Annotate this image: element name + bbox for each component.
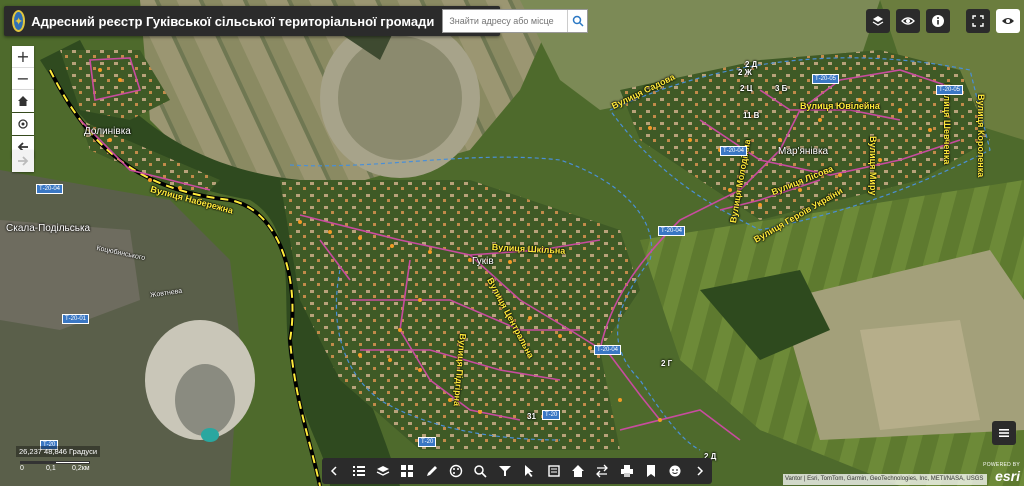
road-badge: Т-20-04 bbox=[36, 184, 64, 194]
draw-pencil-icon bbox=[426, 466, 437, 476]
house-number: 31 bbox=[527, 412, 536, 421]
scale-bar-graphic bbox=[20, 461, 90, 464]
zoom-out-button[interactable]: − bbox=[12, 68, 34, 90]
bookmark-button[interactable] bbox=[641, 461, 661, 481]
eye-settings-icon bbox=[901, 17, 915, 25]
road-badge: Т-20-05 bbox=[812, 74, 840, 84]
bookmark-icon bbox=[647, 465, 656, 477]
esri-logo: POWERED BY esri bbox=[983, 462, 1020, 486]
swap-button[interactable] bbox=[592, 461, 612, 481]
fullscreen-button[interactable] bbox=[966, 9, 990, 33]
profile-button[interactable] bbox=[665, 461, 685, 481]
fullscreen-icon bbox=[972, 15, 984, 27]
home-view-button[interactable] bbox=[568, 461, 588, 481]
select-cursor-icon bbox=[525, 465, 534, 477]
home-icon bbox=[18, 96, 28, 106]
search-button[interactable] bbox=[567, 10, 587, 32]
app-header: ✦ Адресний реєстр Гуківської сільської т… bbox=[4, 6, 589, 36]
scale-bar: 0 0,1 0,2км bbox=[20, 461, 90, 473]
road-badge: Т-20 bbox=[542, 410, 561, 420]
collapse-right-button[interactable] bbox=[690, 461, 710, 481]
forward-extent-button[interactable] bbox=[12, 150, 34, 172]
layers-stack-button[interactable] bbox=[866, 9, 890, 33]
house-number: 2 Ж bbox=[738, 68, 752, 77]
place-label-skala-podilska: Скала-Подільська bbox=[6, 223, 91, 234]
street-label-myru: Вулиця Миру bbox=[868, 136, 878, 196]
list-icon bbox=[352, 466, 365, 476]
list-button[interactable] bbox=[349, 461, 369, 481]
info-icon bbox=[932, 15, 944, 27]
select-button[interactable] bbox=[519, 461, 539, 481]
layers-stack-icon bbox=[872, 16, 884, 26]
zoom-control: + − bbox=[12, 46, 34, 90]
legend-button[interactable] bbox=[992, 421, 1016, 445]
street-label-shevchenka: Вулиця Шевченка bbox=[942, 84, 952, 165]
bottom-toolbar bbox=[322, 458, 712, 484]
collapse-right-icon bbox=[697, 466, 703, 476]
road-badge: Т-20-01 bbox=[62, 314, 90, 324]
layers-icon bbox=[376, 466, 390, 476]
house-number: 11 В bbox=[743, 111, 760, 120]
visibility-button[interactable] bbox=[996, 9, 1020, 33]
search-layer-icon bbox=[474, 465, 488, 478]
face-icon bbox=[669, 465, 681, 477]
scale-label-mid: 0,1 bbox=[46, 465, 56, 472]
locate-icon bbox=[18, 119, 28, 129]
scale-label-end: 0,2км bbox=[72, 465, 90, 472]
collapse-left-button[interactable] bbox=[324, 461, 344, 481]
eye-settings-button[interactable] bbox=[896, 9, 920, 33]
scale-label-start: 0 bbox=[20, 465, 24, 472]
legend-list-icon bbox=[999, 429, 1009, 437]
search-layer-button[interactable] bbox=[470, 461, 490, 481]
home-button[interactable] bbox=[12, 90, 34, 112]
street-label-yuvileina: Вулиця Ювілейна bbox=[800, 101, 880, 111]
esri-name: esri bbox=[995, 468, 1020, 484]
house-number: 3 Б bbox=[775, 84, 788, 93]
house-number: 2 Ц bbox=[740, 84, 753, 93]
swap-icon bbox=[596, 464, 609, 478]
app-title: Адресний реєстр Гуківської сільської тер… bbox=[31, 13, 435, 29]
print-button[interactable] bbox=[617, 461, 637, 481]
map-attribution: Vantor | Esri, TomTom, Garmin, GeoTechno… bbox=[783, 474, 987, 485]
info-button[interactable] bbox=[926, 9, 950, 33]
right-tools bbox=[866, 9, 1020, 33]
place-label-dolynivka: Долинівка bbox=[84, 126, 131, 137]
style-button[interactable] bbox=[446, 461, 466, 481]
road-badge: Т-20 bbox=[418, 437, 437, 447]
palette-icon bbox=[449, 464, 463, 478]
road-badge: Т-20-04 bbox=[594, 345, 622, 355]
coat-of-arms-icon: ✦ bbox=[12, 10, 26, 32]
forward-arrow-icon bbox=[18, 156, 29, 166]
filter-icon bbox=[498, 466, 511, 476]
collapse-left-icon bbox=[331, 466, 337, 476]
draw-button[interactable] bbox=[422, 461, 442, 481]
coordinate-readout: 26,237 48,846 Градуси bbox=[16, 446, 101, 457]
zoom-in-button[interactable]: + bbox=[12, 46, 34, 68]
basemap-button[interactable] bbox=[397, 461, 417, 481]
street-label-korolenka: Вулиця Короленка bbox=[976, 94, 986, 178]
filter-button[interactable] bbox=[495, 461, 515, 481]
road-badge: Т-20-05 bbox=[936, 85, 964, 95]
house-number: 2 Г bbox=[661, 359, 673, 368]
road-badge: Т-20-04 bbox=[658, 226, 686, 236]
place-label-hukiv: Гуків bbox=[472, 256, 494, 267]
search-icon bbox=[572, 15, 584, 27]
place-label-marianivka: Мар'янівка bbox=[778, 146, 829, 157]
layers-button[interactable] bbox=[373, 461, 393, 481]
edit-form-icon bbox=[547, 465, 560, 477]
edit-form-button[interactable] bbox=[544, 461, 564, 481]
road-badge: Т-20-04 bbox=[720, 146, 748, 156]
basemap-grid-icon bbox=[401, 465, 414, 477]
visibility-icon bbox=[1002, 18, 1014, 24]
search-input[interactable] bbox=[443, 16, 568, 26]
print-icon bbox=[620, 465, 633, 477]
home-icon bbox=[571, 465, 584, 477]
locate-button[interactable] bbox=[12, 113, 34, 135]
search-box bbox=[442, 9, 589, 33]
